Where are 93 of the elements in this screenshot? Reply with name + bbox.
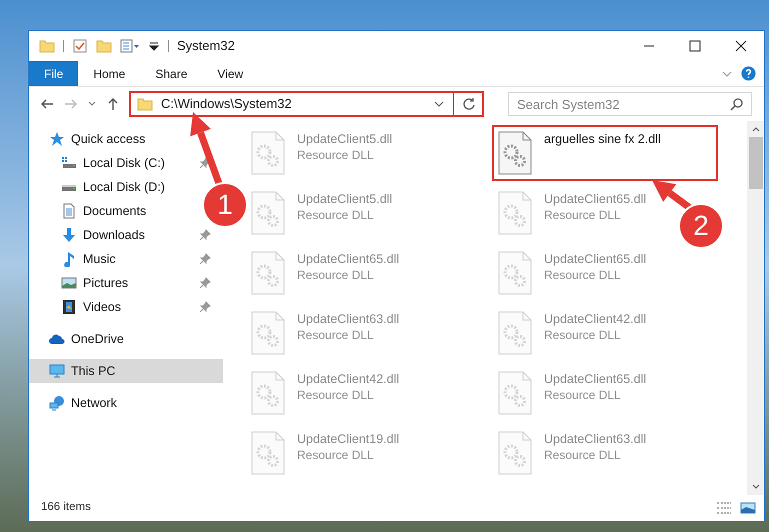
file-type: Resource DLL (544, 207, 622, 223)
file-name: UpdateClient65.dll (544, 371, 646, 387)
search-icon[interactable] (730, 97, 744, 111)
close-icon (735, 40, 747, 52)
nav-label: This PC (71, 362, 116, 380)
file-name: UpdateClient63.dll (297, 311, 400, 327)
scrollbar-thumb[interactable] (748, 137, 762, 189)
nav-label: Pictures (83, 274, 128, 292)
scrollbar[interactable] (747, 121, 764, 495)
gear-file-icon (498, 311, 532, 355)
file-type: Resource DLL (544, 447, 622, 463)
nav-label: Network (71, 394, 117, 412)
nav-item[interactable]: Network (29, 391, 129, 415)
folder-icon (137, 96, 153, 112)
file-name: UpdateClient65.dll (544, 191, 646, 207)
gear-file-icon (498, 251, 532, 295)
file-name: UpdateClient5.dll (297, 191, 392, 207)
monitor-icon (49, 363, 65, 379)
gear-file-icon (251, 131, 285, 175)
music-note-icon (61, 251, 77, 267)
network-icon (49, 395, 65, 411)
file-item[interactable]: arguelles sine fx 2.dll (492, 125, 718, 181)
nav-label: Quick access (71, 130, 146, 148)
file-type: Resource DLL (297, 327, 375, 343)
file-name: UpdateClient63.dll (544, 431, 646, 447)
gear-file-icon (251, 191, 285, 235)
properties-icon[interactable] (120, 38, 140, 54)
file-type: Resource DLL (544, 387, 622, 403)
file-name: UpdateClient42.dll (297, 371, 400, 387)
file-type: Resource DLL (297, 207, 375, 223)
star-icon (49, 131, 65, 147)
pin-icon[interactable] (199, 301, 211, 313)
arrow (652, 180, 692, 211)
help-icon[interactable] (741, 66, 756, 81)
nav-item[interactable]: Local Disk (D:) (29, 175, 177, 199)
nav-label: Videos (83, 298, 121, 316)
file-type: Resource DLL (544, 267, 622, 283)
address-field[interactable]: C:\Windows\System32 (129, 91, 484, 117)
refresh-icon[interactable] (462, 97, 476, 111)
nav-item[interactable]: Videos (29, 295, 223, 319)
gear-file-icon (498, 131, 532, 175)
file-type: Resource DLL (297, 387, 375, 403)
folder-icon (39, 38, 55, 54)
gear-file-icon (251, 371, 285, 415)
down-arrow-icon (61, 227, 77, 243)
gear-file-icon (498, 371, 532, 415)
nav-item[interactable]: This PC (29, 359, 223, 383)
file-name: UpdateClient19.dll (297, 431, 400, 447)
nav-item[interactable]: Music (29, 247, 223, 271)
pin-icon[interactable] (199, 157, 211, 169)
picture-icon (61, 275, 77, 291)
gear-file-icon (251, 251, 285, 295)
new-folder-icon (96, 38, 112, 54)
maximize-icon (689, 40, 701, 52)
pin-icon[interactable] (199, 229, 211, 241)
dropdown-icon[interactable] (148, 40, 160, 52)
file-name: UpdateClient65.dll (297, 251, 400, 267)
checkmark-icon[interactable] (72, 38, 88, 54)
file-name: UpdateClient65.dll (544, 251, 646, 267)
window-title: System32 (177, 37, 235, 56)
document-icon (61, 203, 77, 219)
file-type: Resource DLL (297, 267, 375, 283)
file-name: UpdateClient5.dll (297, 131, 392, 147)
file-type: Resource DLL (297, 447, 375, 463)
film-icon (61, 299, 77, 315)
address-path: C:\Windows\System32 (161, 95, 292, 114)
file-type: Resource DLL (544, 327, 622, 343)
nav-label: Music (83, 250, 116, 268)
nav-label: OneDrive (71, 330, 124, 348)
nav-item[interactable]: Quick access (29, 127, 158, 151)
nav-label: Downloads (83, 226, 145, 244)
nav-label: Local Disk (C:) (83, 154, 165, 172)
file-name: UpdateClient42.dll (544, 311, 646, 327)
gear-file-icon (498, 431, 532, 475)
nav-item[interactable]: OneDrive (29, 327, 136, 351)
gear-file-icon (251, 311, 285, 355)
nav-label: Local Disk (D:) (83, 178, 165, 196)
pin-icon[interactable] (199, 253, 211, 265)
file-name: arguelles sine fx 2.dll (544, 131, 661, 147)
gear-file-icon (498, 191, 532, 235)
nav-label: Documents (83, 202, 146, 220)
details-view-icon[interactable] (716, 500, 732, 516)
gear-file-icon (251, 431, 285, 475)
ribbon-tab[interactable]: File (29, 61, 78, 86)
nav-item[interactable]: Pictures (29, 271, 223, 295)
pin-icon[interactable] (199, 277, 211, 289)
large-icons-view-icon[interactable] (740, 500, 756, 516)
search-field[interactable]: Search System32 (508, 92, 752, 116)
nav-item[interactable]: Local Disk (C:) (29, 151, 223, 175)
nav-item[interactable]: Documents (29, 199, 158, 223)
file-type: Resource DLL (297, 147, 375, 163)
drive-icon (61, 155, 77, 171)
item-count: 166 items (41, 500, 91, 516)
